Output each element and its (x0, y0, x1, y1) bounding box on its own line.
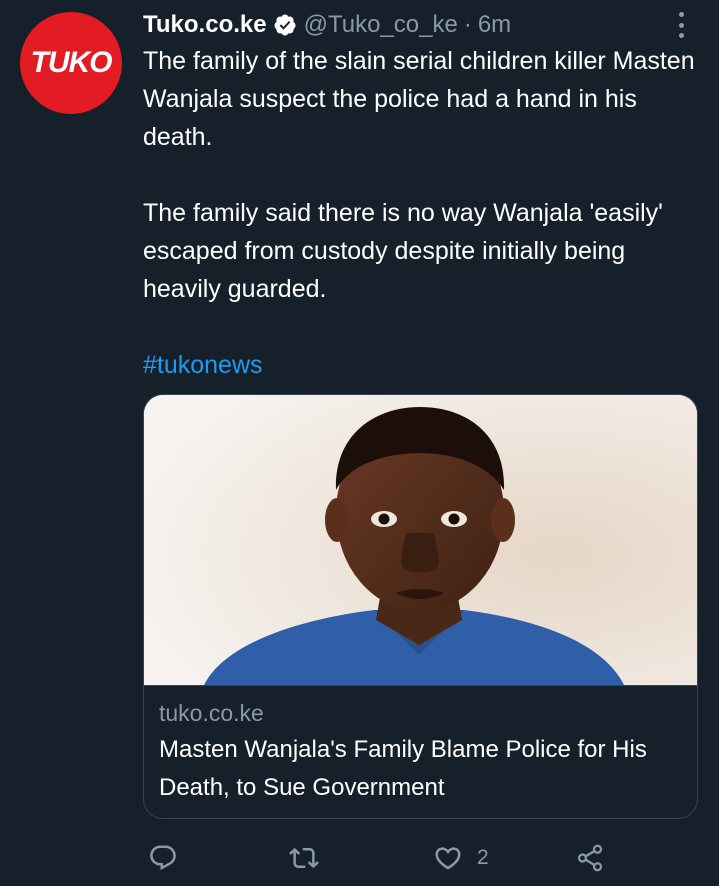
card-title: Masten Wanjala's Family Blame Police for… (159, 736, 647, 801)
separator-dot: · (463, 11, 472, 38)
like-button[interactable]: 2 (433, 840, 489, 876)
retweet-icon (289, 847, 319, 869)
reply-button[interactable] (148, 840, 178, 876)
retweet-button[interactable] (289, 840, 319, 876)
tweet-text: The family of the slain serial children … (143, 42, 703, 308)
tweet-paragraph-2: The family said there is no way Wanjala … (143, 199, 663, 303)
tweet-actions: 2 (143, 840, 703, 876)
author-display-name[interactable]: Tuko.co.ke (143, 11, 267, 39)
tweet-header: Tuko.co.ke @Tuko_co_ke · 6m (143, 8, 511, 42)
like-count: 2 (477, 846, 489, 869)
card-photo (144, 395, 697, 685)
tweet-paragraph-1: The family of the slain serial children … (143, 47, 695, 151)
card-image[interactable] (144, 395, 697, 685)
hashtag-link[interactable]: #tukonews (143, 346, 263, 384)
card-domain: tuko.co.ke (159, 700, 264, 726)
timestamp[interactable]: 6m (478, 11, 511, 39)
reply-icon (150, 845, 176, 871)
heart-icon (435, 847, 461, 870)
link-preview-card[interactable]: tuko.co.ke Masten Wanjala's Family Blame… (143, 394, 698, 819)
verified-badge-icon (274, 14, 296, 36)
more-options-icon[interactable] (677, 12, 685, 38)
avatar[interactable]: TUKO (20, 12, 122, 114)
author-handle[interactable]: @Tuko_co_ke (304, 11, 458, 39)
card-meta[interactable]: tuko.co.ke Masten Wanjala's Family Blame… (144, 685, 697, 818)
share-button[interactable] (575, 840, 605, 876)
avatar-logo-text: TUKO (30, 46, 113, 79)
share-icon (577, 844, 603, 872)
tweet[interactable]: TUKO Tuko.co.ke @Tuko_co_ke · 6m The fam… (0, 0, 719, 886)
